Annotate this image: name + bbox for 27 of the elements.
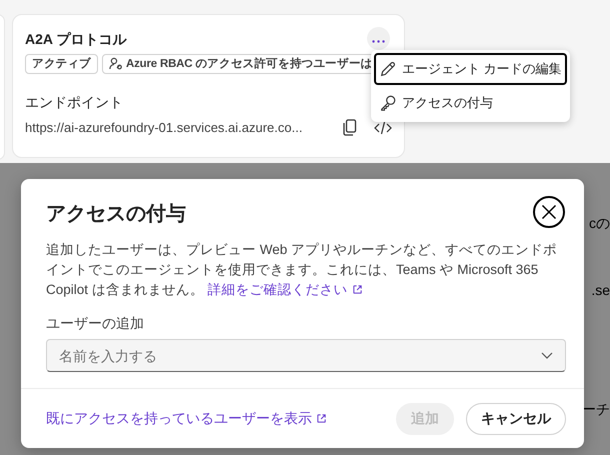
- endpoint-label: エンドポイント: [25, 94, 123, 112]
- more-button[interactable]: [367, 27, 390, 50]
- card-title: A2A プロトコル: [25, 30, 126, 49]
- chevron-down-icon: [541, 352, 553, 359]
- close-icon: [541, 204, 557, 220]
- code-icon[interactable]: [374, 120, 392, 134]
- close-button[interactable]: [533, 196, 565, 228]
- more-icon: [372, 40, 385, 42]
- user-dropdown[interactable]: 名前を入力する: [46, 339, 566, 372]
- status-badge: アクティブ: [25, 54, 98, 74]
- menu-item[interactable]: エージェント カードの編集: [374, 53, 567, 85]
- learn-more-link[interactable]: 詳細をご確認ください: [208, 282, 363, 297]
- external-link-icon: [352, 284, 363, 295]
- background-text: ーチ: [582, 401, 610, 419]
- background-text: .se: [591, 282, 610, 298]
- copy-icon[interactable]: [343, 119, 357, 136]
- pencil-icon: [379, 60, 397, 78]
- dialog-title: アクセスの付与: [46, 202, 186, 227]
- endpoint-url: https://ai-azurefoundry-01.services.ai.azure.co...: [25, 120, 304, 135]
- external-link-icon: [316, 412, 327, 424]
- view-users-link[interactable]: 既にアクセスを持っているユーザーを表示: [46, 410, 384, 428]
- background-text: cの: [589, 215, 610, 233]
- cancel-button[interactable]: キャンセル: [466, 402, 566, 434]
- field-label: ユーザーの追加: [46, 315, 145, 333]
- key-icon: [379, 94, 397, 112]
- person-key-icon: [109, 57, 124, 71]
- dialog-description: 追加したユーザーは、プレビュー Web アプリやルーチンなど、すべてのエンドポイントでこのエージェントを使用できます。これには、Teams や Microsoft 365 Copilot は含まれません。 詳細をご確認ください: [46, 241, 558, 299]
